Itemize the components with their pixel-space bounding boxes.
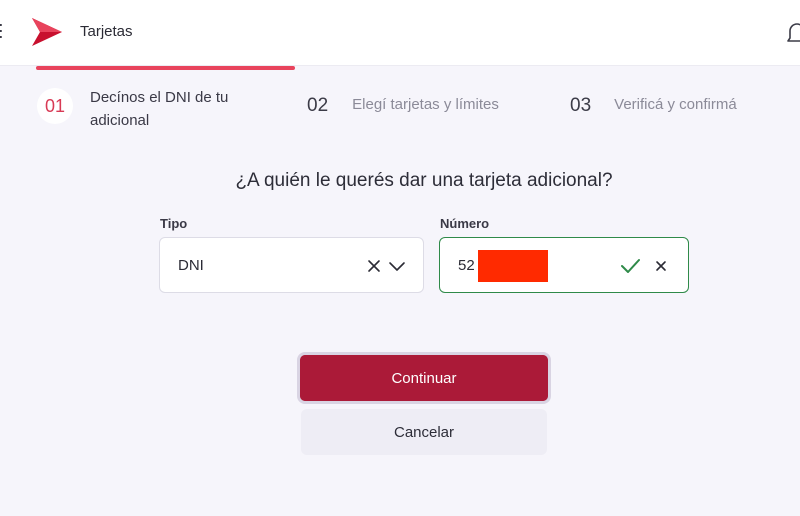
step-2: 02 Elegí tarjetas y límites — [307, 95, 499, 117]
tipo-select[interactable]: DNI — [159, 237, 424, 293]
tipo-label: Tipo — [160, 216, 188, 231]
step-1: 01 Decínos el DNI de tu adicional — [37, 88, 228, 132]
step-label: Elegí tarjetas y límites — [352, 96, 499, 113]
check-icon — [621, 259, 640, 273]
tipo-value: DNI — [178, 256, 204, 274]
brand-logo — [32, 18, 62, 46]
progress-bar — [36, 66, 295, 70]
bell-icon[interactable] — [784, 20, 800, 46]
cancel-button[interactable]: Cancelar — [301, 409, 547, 455]
form-question: ¿A quién le querés dar una tarjeta adici… — [235, 170, 613, 191]
step-label: Verificá y confirmá — [614, 96, 737, 113]
continue-button[interactable]: Continuar — [297, 352, 551, 404]
step-label: adicional — [90, 112, 150, 129]
step-label: Decínos el DNI de tu — [90, 89, 229, 106]
redaction-box — [478, 250, 548, 282]
numero-input[interactable]: 52 — [439, 237, 689, 293]
numero-label: Número — [440, 216, 490, 231]
top-bar: Tarjetas — [0, 0, 800, 66]
step-number: 03 — [570, 95, 592, 116]
step-3: 03 Verificá y confirmá — [570, 95, 737, 117]
step-number: 01 — [37, 88, 73, 124]
step-number: 02 — [307, 95, 329, 116]
page-title: Tarjetas — [80, 23, 133, 40]
clear-icon[interactable] — [652, 257, 670, 275]
numero-value: 52 — [458, 256, 475, 274]
continue-button-label: Continuar — [391, 369, 457, 387]
hamburger-menu-icon[interactable] — [0, 24, 4, 40]
clear-icon[interactable] — [365, 257, 383, 275]
cancel-button-label: Cancelar — [393, 423, 455, 441]
chevron-down-icon[interactable] — [388, 257, 406, 275]
